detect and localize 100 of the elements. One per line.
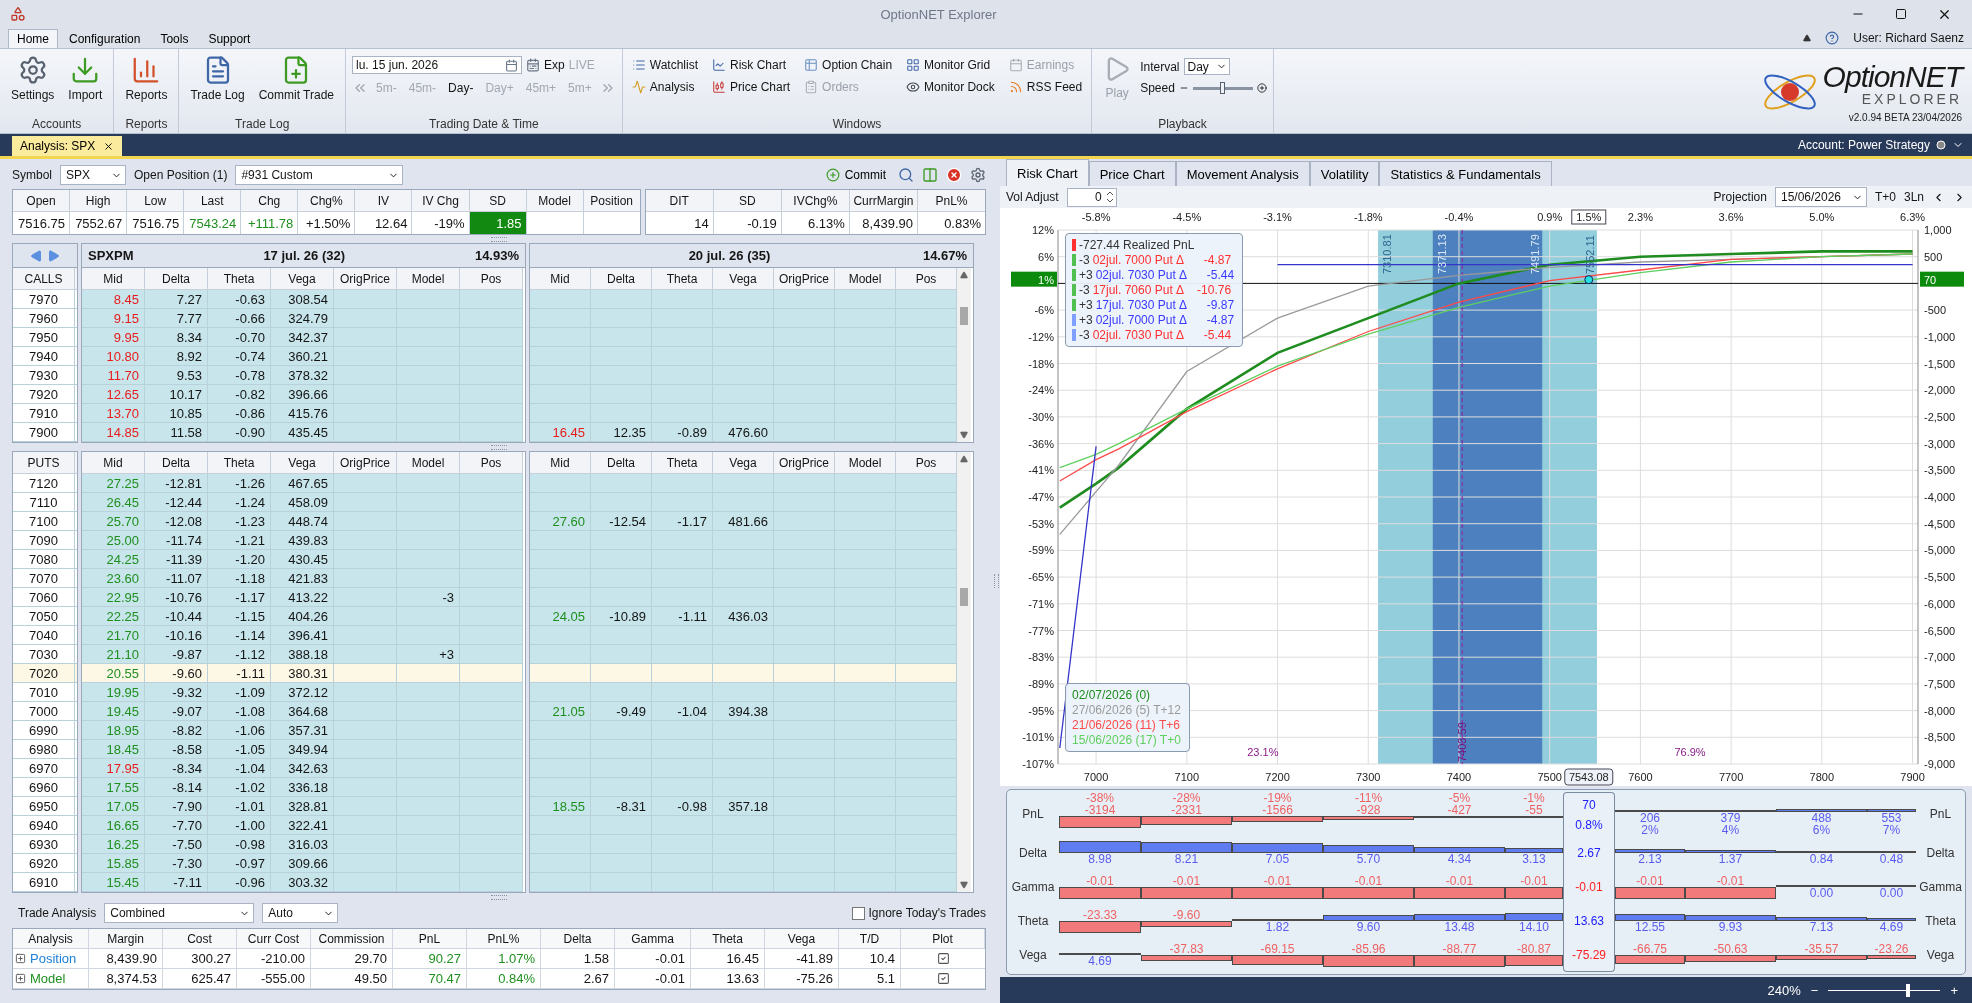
ribbon-button[interactable]: Monitor Grid (903, 55, 998, 75)
slider-thumb[interactable] (1905, 983, 1910, 997)
column-header[interactable]: Delta (591, 268, 652, 289)
column-header[interactable]: OrigPrice (334, 452, 397, 473)
table-row[interactable]: 27.60 -12.54 -1.17 481.66 (530, 512, 957, 531)
table-row[interactable]: 12.65 10.17 -0.82 396.66 (82, 385, 523, 404)
table-row[interactable]: 7020 (13, 664, 77, 683)
column-header[interactable]: Vega (713, 268, 774, 289)
table-row[interactable]: 7950 (13, 328, 77, 347)
column-header[interactable]: PnL% (467, 929, 541, 948)
column-header[interactable]: Model (397, 268, 460, 289)
table-row[interactable]: 17.05 -7.90 -1.01 328.81 (82, 797, 523, 816)
time-step-button[interactable]: Day- (444, 81, 478, 95)
table-row[interactable]: 6970 (13, 759, 77, 778)
search-icon[interactable] (898, 167, 914, 183)
column-header[interactable]: Cost (163, 929, 237, 948)
column-header[interactable]: Curr Cost (237, 929, 311, 948)
splitter-handle[interactable] (491, 894, 507, 900)
projection-date-select[interactable]: 15/06/2026 (1774, 187, 1867, 208)
column-header[interactable]: Commission (311, 929, 393, 948)
menu-tab[interactable]: Support (199, 29, 260, 48)
table-row[interactable]: 21.70 -10.16 -1.14 396.41 (82, 626, 523, 645)
menu-tab[interactable]: Home (8, 29, 58, 48)
table-row[interactable]: 7930 (13, 366, 77, 385)
table-row[interactable]: 20.55 -9.60 -1.11 380.31 (82, 664, 523, 683)
splitter-handle[interactable] (491, 444, 507, 450)
column-header[interactable]: Model (835, 452, 896, 473)
column-header[interactable]: Theta (208, 268, 271, 289)
table-row[interactable]: 25.00 -11.74 -1.21 439.83 (82, 531, 523, 550)
table-row[interactable]: 8.45 7.27 -0.63 308.54 (82, 290, 523, 309)
row-name[interactable]: Model (30, 971, 66, 986)
column-header[interactable]: Vega (271, 452, 334, 473)
vol-adjust-field[interactable]: 0 (1066, 187, 1117, 207)
zoom-out-button[interactable]: − (1810, 982, 1819, 998)
scrollbar[interactable] (957, 452, 971, 892)
table-row[interactable]: 11.70 9.53 -0.78 378.32 (82, 366, 523, 385)
column-header[interactable]: Theta (652, 268, 713, 289)
column-header[interactable]: Delta (145, 268, 208, 289)
table-row[interactable]: 14.85 11.58 -0.90 435.45 (82, 423, 523, 442)
analysis-mode-select[interactable]: Combined (104, 903, 255, 923)
column-header[interactable]: Model (835, 268, 896, 289)
table-row[interactable]: 7050 (13, 607, 77, 626)
table-row[interactable]: 7100 (13, 512, 77, 531)
previous-arrow-icon[interactable] (30, 249, 42, 262)
symbol-select[interactable]: SPX (60, 165, 126, 185)
column-header[interactable]: Delta (145, 452, 208, 473)
scroll-thumb[interactable] (960, 307, 968, 325)
table-row[interactable]: 13.70 10.85 -0.86 415.76 (82, 404, 523, 423)
ribbon-button[interactable]: Reports (120, 53, 173, 104)
expiry-calendar-icon[interactable] (526, 58, 541, 72)
menu-tab[interactable]: Configuration (60, 29, 150, 48)
column-header[interactable]: Pos (460, 268, 523, 289)
table-row[interactable]: 15.45 -7.11 -0.96 303.32 (82, 873, 523, 892)
table-row[interactable]: 7120 (13, 474, 77, 493)
table-row[interactable]: 9.95 8.34 -0.70 342.37 (82, 328, 523, 347)
chart-tab[interactable]: Price Chart (1088, 161, 1176, 186)
table-row[interactable]: 21.05 -9.49 -1.04 394.38 (530, 702, 957, 721)
column-header[interactable]: Plot (901, 929, 985, 948)
chart-tab[interactable]: Statistics & Fundamentals (1379, 161, 1552, 186)
table-row[interactable]: 26.45 -12.44 -1.24 458.09 (82, 493, 523, 512)
settings-icon[interactable] (970, 167, 986, 183)
plus-icon[interactable] (1256, 83, 1267, 93)
table-row[interactable] (530, 664, 957, 683)
table-row[interactable]: 7910 (13, 404, 77, 423)
plot-checkbox[interactable] (936, 972, 950, 985)
table-row[interactable]: 7090 (13, 531, 77, 550)
scrollbar[interactable] (957, 268, 971, 442)
table-row[interactable]: 17.95 -8.34 -1.04 342.63 (82, 759, 523, 778)
row-name[interactable]: Position (30, 951, 77, 966)
table-row[interactable]: 6940 (13, 816, 77, 835)
column-header[interactable]: Vega (765, 929, 839, 948)
table-row[interactable]: 19.45 -9.07 -1.08 364.68 (82, 702, 523, 721)
interval-select[interactable]: Day (1183, 58, 1230, 75)
table-row[interactable]: 21.10 -9.87 -1.12 388.18 +3 (82, 645, 523, 664)
column-header[interactable]: Vega (271, 268, 334, 289)
table-row[interactable]: 18.45 -8.58 -1.05 349.94 (82, 740, 523, 759)
column-header[interactable]: Delta (541, 929, 615, 948)
expand-icon[interactable] (15, 953, 26, 964)
ribbon-button[interactable]: Commit Trade (253, 53, 340, 104)
table-row[interactable]: 7060 (13, 588, 77, 607)
maximize-icon[interactable] (1895, 8, 1907, 20)
ribbon-button[interactable]: Watchlist (628, 55, 702, 75)
table-row[interactable]: 7110 (13, 493, 77, 512)
table-row[interactable]: 25.70 -12.08 -1.23 448.74 (82, 512, 523, 531)
table-row[interactable]: 18.55 -8.31 -0.98 357.18 (530, 797, 957, 816)
column-header[interactable]: Theta (691, 929, 765, 948)
table-row[interactable]: 7900 (13, 423, 77, 442)
slider-thumb[interactable] (1219, 82, 1225, 94)
chart-tab[interactable]: Risk Chart (1006, 159, 1089, 186)
column-header[interactable]: T/D (839, 929, 901, 948)
column-header[interactable]: Delta (591, 452, 652, 473)
table-row[interactable]: 7070 (13, 569, 77, 588)
table-row[interactable]: 7960 (13, 309, 77, 328)
plot-checkbox[interactable] (936, 952, 950, 965)
table-row[interactable]: 6960 (13, 778, 77, 797)
column-header[interactable]: Vega (713, 452, 774, 473)
table-row[interactable]: 7920 (13, 385, 77, 404)
column-header[interactable]: Theta (652, 452, 713, 473)
table-row[interactable]: 6930 (13, 835, 77, 854)
ribbon-button[interactable]: Option Chain (801, 55, 896, 75)
